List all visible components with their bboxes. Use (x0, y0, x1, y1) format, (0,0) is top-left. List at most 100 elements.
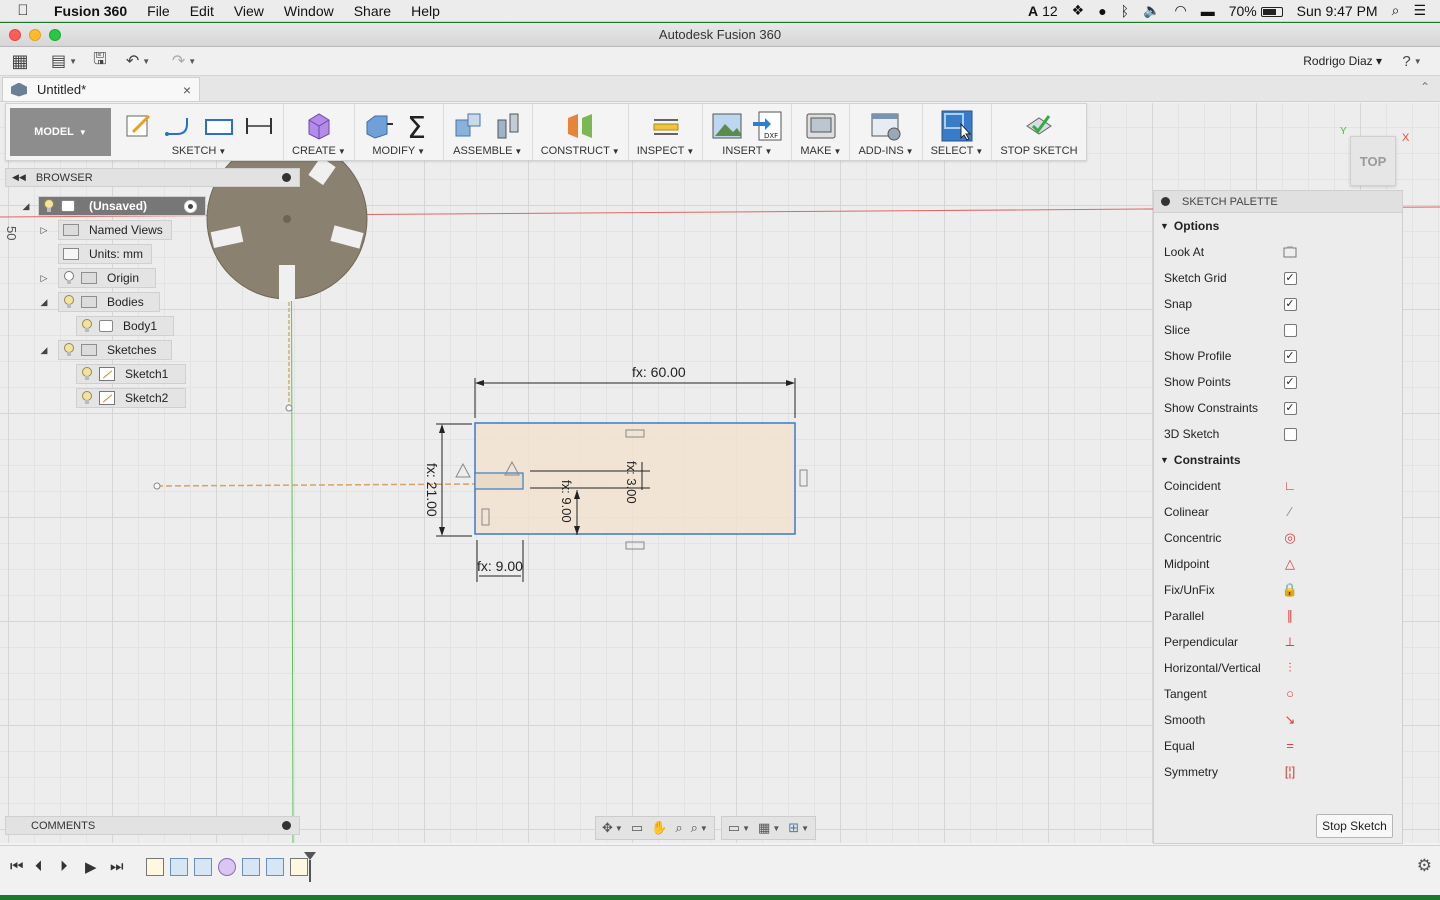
timeline-sketch-feature[interactable] (146, 858, 164, 876)
press-pull-icon[interactable] (363, 110, 395, 142)
stop-sketch-button[interactable]: Stop Sketch (1316, 814, 1393, 838)
expand-arrow-icon[interactable]: ▷ (38, 273, 50, 284)
add-ins-group[interactable]: ADD-INS ▼ (850, 104, 923, 160)
step-forward-icon[interactable]: ⏵ (60, 858, 68, 875)
menu-file[interactable]: File (137, 3, 180, 19)
option-show-points[interactable]: Show Points ✓ (1154, 369, 1402, 395)
construct-group[interactable]: CONSTRUCT ▼ (533, 104, 629, 160)
select-icon[interactable] (941, 110, 973, 142)
assemble-group[interactable]: ASSEMBLE ▼ (444, 104, 533, 160)
timeline-pattern-feature[interactable] (242, 858, 260, 876)
tree-item-root[interactable]: ◢ (Unsaved) (20, 196, 206, 216)
orbit-icon[interactable]: ✥ (602, 820, 613, 836)
pan-hand-icon[interactable]: ✋ (651, 820, 667, 836)
lightbulb-icon[interactable] (63, 271, 75, 285)
display-settings-icon[interactable]: ▭ (728, 820, 740, 836)
equal-icon[interactable]: = (1286, 739, 1294, 753)
lock-icon[interactable]: 🔒 (1282, 583, 1298, 597)
tangent-icon[interactable]: ○ (1286, 687, 1294, 701)
option-look-at[interactable]: Look At (1154, 239, 1402, 265)
tree-item-origin[interactable]: ▷ Origin (38, 268, 156, 288)
viewcube[interactable]: TOP (1350, 136, 1396, 186)
inspect-group[interactable]: INSPECT ▼ (629, 104, 704, 160)
constraint-parallel[interactable]: Parallel ∥ (1154, 603, 1402, 629)
sync-icon[interactable]: ● (1098, 3, 1106, 19)
constraint-midpoint[interactable]: Midpoint △ (1154, 551, 1402, 577)
collapse-arrow-icon[interactable]: ◢ (38, 345, 50, 356)
dropbox-icon[interactable]: ❖ (1072, 2, 1085, 19)
tree-item-named-views[interactable]: ▷ Named Views (38, 220, 172, 240)
data-panel-grid-icon[interactable]: ▦ (0, 49, 40, 73)
tree-item-units[interactable]: Units: mm (58, 244, 152, 264)
horizontal-vertical-icon[interactable]: ⫶ (1288, 661, 1291, 675)
create-form-icon[interactable] (303, 110, 335, 142)
constraint-perpendicular[interactable]: Perpendicular ⟂ (1154, 629, 1402, 655)
lightbulb-icon[interactable] (81, 319, 93, 333)
comments-header[interactable]: COMMENTS (5, 816, 300, 835)
tree-item-body1[interactable]: Body1 (76, 316, 174, 336)
grid-settings-icon[interactable]: ▦ (758, 820, 770, 836)
smooth-icon[interactable]: ↘ (1285, 713, 1296, 727)
undo-button[interactable]: ↶ ▼ (118, 49, 158, 73)
constraint-symmetry[interactable]: Symmetry [¦] (1154, 759, 1402, 785)
show-points-checkbox[interactable]: ✓ (1283, 375, 1297, 389)
add-comment-icon[interactable] (282, 821, 291, 830)
zoom-window-icon[interactable]: ⌕ (691, 820, 698, 836)
slice-checkbox[interactable] (1283, 323, 1297, 337)
modify-group[interactable]: Σ MODIFY ▼ (355, 104, 444, 160)
new-component-icon[interactable] (452, 110, 484, 142)
save-icon[interactable]: 🖫 (88, 49, 112, 73)
close-tab-icon[interactable]: × (183, 82, 199, 98)
flag-icon[interactable]: ▬ (1201, 3, 1215, 19)
options-section-header[interactable]: ▼ Options (1154, 213, 1402, 239)
sketch-group[interactable]: SKETCH ▼ (115, 104, 284, 160)
menu-view[interactable]: View (224, 3, 274, 19)
lightbulb-icon[interactable] (63, 343, 75, 357)
pin-icon[interactable] (1161, 197, 1170, 206)
sketch-dimension-icon[interactable] (243, 110, 275, 142)
timeline-combine-feature[interactable] (266, 858, 284, 876)
minimize-window-button[interactable] (29, 28, 41, 41)
collapse-toolbar-icon[interactable]: ⌃ (1420, 80, 1430, 94)
constraint-smooth[interactable]: Smooth ↘ (1154, 707, 1402, 733)
viewcube-top-face[interactable]: TOP (1360, 154, 1387, 169)
adobe-status[interactable]: A 12 (1028, 3, 1058, 19)
tree-item-bodies[interactable]: ◢ Bodies (38, 292, 160, 312)
user-menu[interactable]: Rodrigo Diaz ▾ (1303, 54, 1394, 68)
lightbulb-icon[interactable] (63, 295, 75, 309)
insert-group[interactable]: DXF INSERT ▼ (703, 104, 793, 160)
menu-window[interactable]: Window (274, 3, 344, 19)
tree-item-sketches[interactable]: ◢ Sketches (38, 340, 172, 360)
lightbulb-icon[interactable] (81, 391, 93, 405)
rectangle-icon[interactable] (203, 110, 235, 142)
offset-plane-icon[interactable] (564, 110, 596, 142)
menu-help[interactable]: Help (401, 3, 450, 19)
collapse-arrow-icon[interactable]: ◢ (38, 297, 50, 308)
activate-radio-icon[interactable] (184, 199, 197, 213)
timeline-settings-gear-icon[interactable]: ⚙ (1417, 856, 1432, 876)
insert-dxf-icon[interactable]: DXF (751, 110, 783, 142)
zoom-window-button[interactable] (49, 28, 61, 41)
show-profile-checkbox[interactable]: ✓ (1283, 349, 1297, 363)
volume-icon[interactable]: 🔈 (1143, 2, 1160, 19)
select-group[interactable]: SELECT ▼ (923, 104, 993, 160)
midpoint-icon[interactable]: △ (1285, 557, 1295, 571)
option-show-profile[interactable]: Show Profile ✓ (1154, 343, 1402, 369)
create-group[interactable]: CREATE ▼ (284, 104, 355, 160)
constraint-concentric[interactable]: Concentric ◎ (1154, 525, 1402, 551)
insert-image-icon[interactable] (711, 110, 743, 142)
redo-button[interactable]: ↷ ▼ (164, 49, 204, 73)
battery-status[interactable]: 70% (1229, 3, 1283, 19)
constraint-tangent[interactable]: Tangent ○ (1154, 681, 1402, 707)
pin-icon[interactable] (282, 173, 291, 182)
create-sketch-icon[interactable] (123, 110, 155, 142)
option-snap[interactable]: Snap ✓ (1154, 291, 1402, 317)
look-at-icon[interactable] (1283, 246, 1297, 258)
option-3d-sketch[interactable]: 3D Sketch (1154, 421, 1402, 447)
go-to-start-icon[interactable]: ⏮ (10, 858, 24, 875)
constraint-colinear[interactable]: Colinear ⁄ (1154, 499, 1402, 525)
lightbulb-icon[interactable] (43, 199, 55, 213)
make-group[interactable]: MAKE ▼ (792, 104, 851, 160)
palette-header[interactable]: SKETCH PALETTE (1154, 191, 1402, 213)
file-menu-button[interactable]: ▤ ▼ (46, 49, 82, 73)
